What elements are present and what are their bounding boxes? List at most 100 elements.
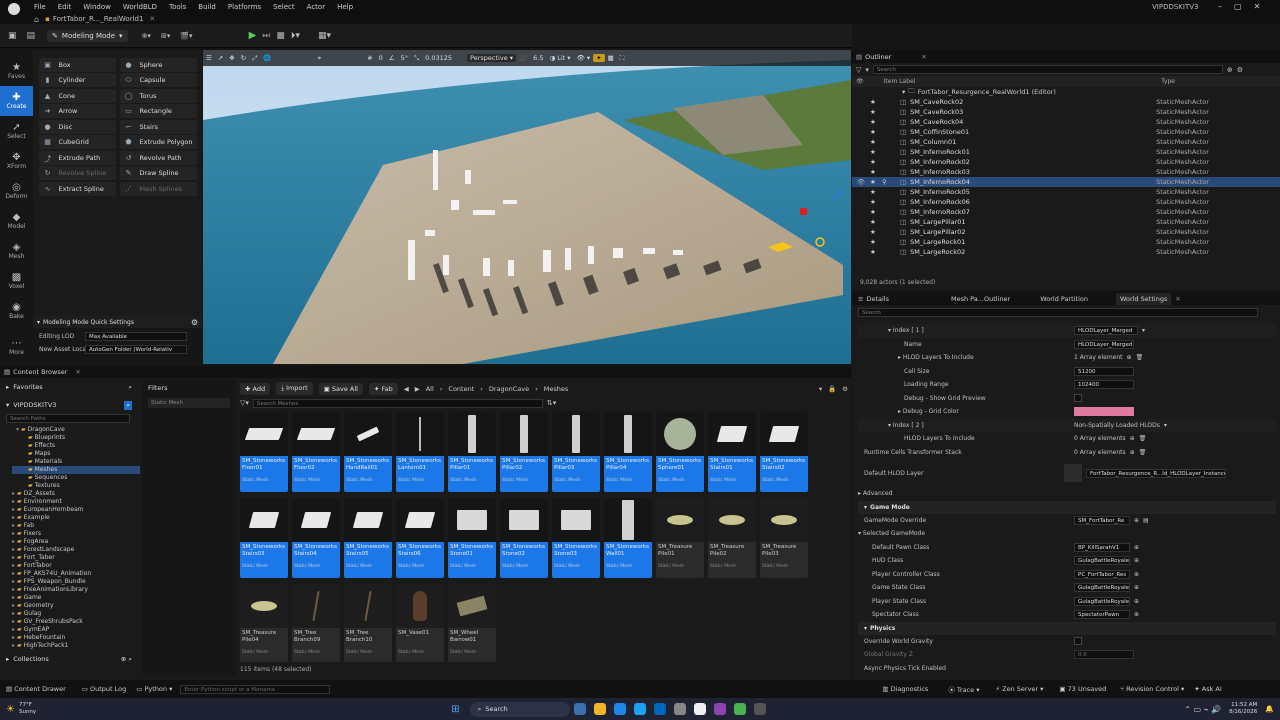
select-mode-icon[interactable]: ➚ bbox=[215, 54, 226, 62]
edge-icon[interactable] bbox=[633, 703, 646, 715]
clock-date[interactable]: 8/16/2026 bbox=[1229, 709, 1257, 716]
star-icon[interactable]: ★ bbox=[870, 228, 882, 236]
browse-icon[interactable]: ⊕ bbox=[1134, 598, 1139, 605]
chevron-down-icon[interactable]: ▾ bbox=[819, 385, 822, 393]
taskbar-search[interactable]: ⌕ Search bbox=[469, 701, 570, 717]
browse-icon[interactable]: ⊕ bbox=[1134, 544, 1139, 551]
chevron-right-icon[interactable]: ▸ bbox=[12, 554, 15, 561]
platforms-icon[interactable]: ▦▾ bbox=[318, 31, 331, 41]
favorites-header[interactable]: Favorites bbox=[13, 383, 42, 391]
new-asset-location-select[interactable]: AutoGen Folder (World-Relativ bbox=[85, 345, 187, 354]
outliner-row[interactable]: 👁 ★ ⚲ ◫ SM_InfernoRock04 StaticMeshActor bbox=[852, 177, 1280, 187]
outliner-row[interactable]: ★ ◫ SM_LargeRock02 StaticMeshActor bbox=[852, 247, 1280, 257]
editing-lod-select[interactable]: Max Available bbox=[85, 332, 187, 341]
scale-snap-icon[interactable]: ⤡ bbox=[411, 54, 422, 63]
tool-mesh-splines[interactable]: ⋰ Mesh Splines bbox=[119, 181, 197, 196]
chevron-right-icon[interactable]: ▸ bbox=[12, 610, 15, 617]
home-icon[interactable]: ⌂ bbox=[34, 15, 39, 24]
tab-mesh-paint-outliner[interactable]: Mesh Pa...Outliner bbox=[951, 295, 1010, 303]
asset-tile[interactable]: SM_Stoneworks Stairs05 Static Mesh bbox=[344, 498, 392, 578]
menu-tools[interactable]: Tools bbox=[163, 3, 192, 11]
debug-grid-color-label[interactable]: ▸ Debug - Grid Color bbox=[898, 408, 959, 415]
browse-icon[interactable]: ⊕ bbox=[1134, 571, 1139, 578]
asset-tile[interactable]: SM_Stoneworks Stone02 Static Mesh bbox=[500, 498, 548, 578]
outliner-tab[interactable]: Outliner bbox=[865, 53, 891, 61]
asset-tile[interactable]: SM_Stoneworks Floor02 Static Mesh bbox=[292, 412, 340, 492]
tool-torus[interactable]: ◯ Torus bbox=[119, 88, 197, 103]
folder-item[interactable]: ▾ ▰ DragonCave bbox=[12, 426, 140, 434]
breadcrumb-dragoncave[interactable]: DragonCave bbox=[489, 385, 529, 393]
add-actor-icon[interactable]: ⊕ bbox=[1227, 66, 1233, 74]
index1-select[interactable]: HLODLayer_Merged bbox=[1074, 326, 1138, 336]
search-icon[interactable]: ⌕ bbox=[128, 383, 132, 392]
section-game-mode[interactable]: ▾ Game Mode bbox=[858, 500, 1276, 514]
import-button[interactable]: ⤓ Import bbox=[276, 382, 313, 395]
category-bake[interactable]: ◉ Bake bbox=[0, 296, 33, 326]
tool-revolve-spline[interactable]: ↻ Revolve Spline bbox=[38, 166, 116, 180]
visibility-column-icon[interactable]: 👁 bbox=[856, 78, 864, 85]
grid-snap-value[interactable]: 0 bbox=[376, 54, 386, 62]
star-icon[interactable]: ★ bbox=[870, 98, 882, 106]
column-type[interactable]: Type bbox=[1161, 78, 1175, 85]
unreal-logo-icon[interactable] bbox=[8, 3, 20, 15]
folder-item[interactable]: ▸ ▰ Geometry bbox=[12, 602, 140, 610]
category-more[interactable]: ⋯ More bbox=[0, 332, 33, 362]
camera-speed-icon[interactable]: 🎥 bbox=[516, 54, 530, 62]
chevron-down-icon[interactable]: ▾ bbox=[6, 401, 9, 409]
category-xform[interactable]: ✥ XForm bbox=[0, 146, 33, 176]
chevron-right-icon[interactable]: ▸ bbox=[12, 490, 15, 497]
minimize-icon[interactable]: – bbox=[1218, 2, 1222, 11]
tool-extract-spline[interactable]: ∿ Extract Spline bbox=[38, 181, 116, 196]
browse-icon[interactable]: ⊕ bbox=[1134, 517, 1139, 524]
history-forward-icon[interactable]: ▶ bbox=[415, 385, 420, 393]
chevron-down-icon[interactable]: ▾ bbox=[1142, 327, 1145, 334]
category-create[interactable]: ✚ Create bbox=[0, 86, 33, 116]
menu-select[interactable]: Select bbox=[267, 3, 301, 11]
folder-item[interactable]: ▸ ▰ EuropeanHornbeam bbox=[12, 506, 140, 514]
tool-rectangle[interactable]: ▭ Rectangle bbox=[119, 104, 197, 118]
category-deform[interactable]: ◎ Deform bbox=[0, 176, 33, 206]
category-voxel[interactable]: ▩ Voxel bbox=[0, 266, 33, 296]
task-view-icon[interactable] bbox=[573, 703, 586, 715]
star-icon[interactable]: ★ bbox=[870, 148, 882, 156]
asset-tile[interactable]: SM_Tree Branch09 Static Mesh bbox=[292, 584, 340, 662]
outliner-row[interactable]: ★ ◫ SM_LargePillar01 StaticMeshActor bbox=[852, 217, 1280, 227]
search-paths-input[interactable]: Search Paths bbox=[6, 413, 130, 423]
folder-item[interactable]: ▸ ▰ GV_FreeShrubsPack bbox=[12, 618, 140, 626]
close-window-icon[interactable]: ✕ bbox=[1254, 2, 1261, 11]
collapse-icon[interactable]: ▾ bbox=[37, 319, 40, 326]
chevron-down-icon[interactable]: ▾ bbox=[902, 88, 905, 96]
fab-button[interactable]: ✦ Fab bbox=[368, 382, 398, 395]
mode-selector[interactable]: ✎ Modeling Mode ▾ bbox=[47, 29, 128, 42]
category-select[interactable]: ➚ Select bbox=[0, 116, 33, 146]
scale-snap-value[interactable]: 0.03125 bbox=[422, 54, 455, 62]
section-physics[interactable]: ▾ Physics bbox=[858, 621, 1276, 635]
add-element-icon[interactable]: ⊕ bbox=[1127, 354, 1132, 361]
add-button[interactable]: ✚ Add bbox=[240, 382, 271, 395]
chevron-right-icon[interactable]: ▸ bbox=[12, 562, 15, 569]
folder-item[interactable]: ▸ ▰ Fab bbox=[12, 522, 140, 530]
tool-extrude-path[interactable]: ⤴ Extrude Path bbox=[38, 150, 116, 165]
tool-cubegrid[interactable]: ▦ CubeGrid bbox=[38, 135, 116, 149]
category-mesh[interactable]: ◈ Mesh bbox=[0, 236, 33, 266]
chrome-icon[interactable] bbox=[733, 703, 746, 715]
outliner-row[interactable]: ★ ◫ SM_InfernoRock02 StaticMeshActor bbox=[852, 157, 1280, 167]
outliner-row[interactable]: ★ ◫ SM_InfernoRock03 StaticMeshActor bbox=[852, 167, 1280, 177]
scale-icon[interactable]: ⤢ bbox=[249, 54, 260, 63]
index2-label[interactable]: ▾ Index [ 2 ] bbox=[888, 422, 924, 429]
asset-tile[interactable]: SM_Stoneworks HandRail01 Static Mesh bbox=[344, 412, 392, 492]
save-icon[interactable]: ▣ bbox=[8, 31, 17, 41]
outliner-row[interactable]: ★ ◫ SM_CaveRock03 StaticMeshActor bbox=[852, 107, 1280, 117]
global-gravity-input[interactable]: 0.0 bbox=[1074, 650, 1134, 660]
asset-tile[interactable]: SM_Treasure Pile02 Static Mesh bbox=[708, 498, 756, 578]
angle-snap-value[interactable]: 5° bbox=[398, 54, 411, 62]
world-local-icon[interactable]: 🌐 bbox=[260, 54, 274, 62]
loading-range-input[interactable]: 102400 bbox=[1074, 380, 1134, 390]
breadcrumb-all[interactable]: All bbox=[426, 385, 434, 393]
folder-item[interactable]: ▰ Effects bbox=[12, 442, 140, 450]
star-icon[interactable]: ★ bbox=[870, 138, 882, 146]
filter-static-mesh[interactable]: Static Mesh bbox=[148, 398, 230, 408]
clock-time[interactable]: 11:52 AM bbox=[1231, 702, 1257, 709]
folder-item[interactable]: ▸ ▰ FreeAnimationLibrary bbox=[12, 586, 140, 594]
category-faves[interactable]: ★ Faves bbox=[0, 56, 33, 86]
